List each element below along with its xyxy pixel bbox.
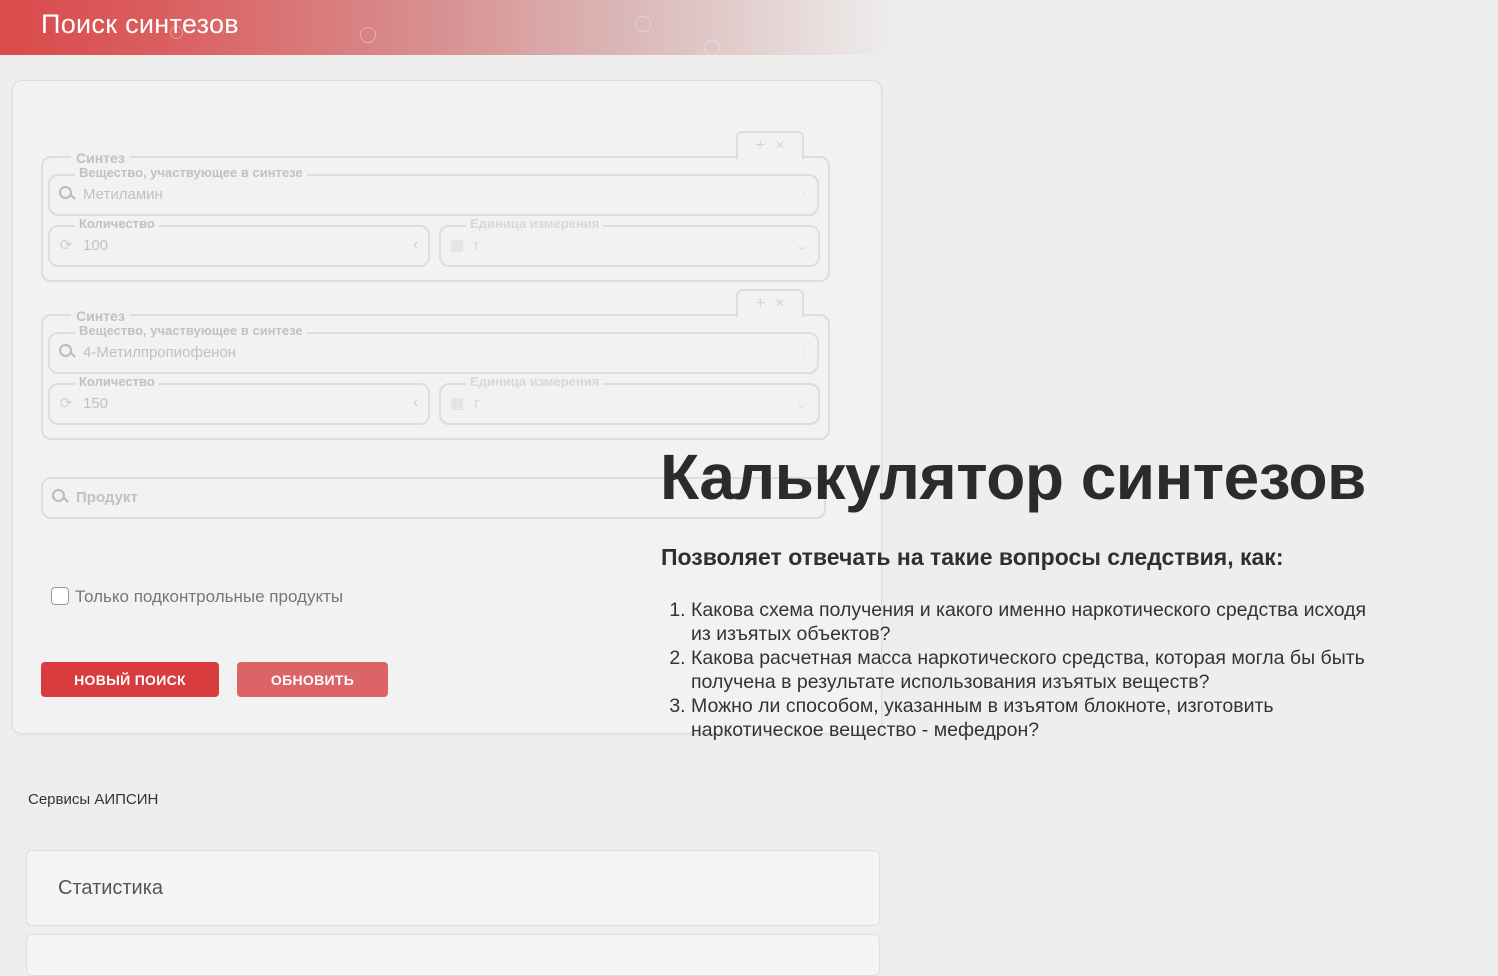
list-item: Какова схема получения и какого именно н… [691, 598, 1391, 646]
substance-label: Вещество, участвующее в синтезе [75, 324, 307, 338]
quantity-field[interactable]: Количество ⟳ 100 ‹ [48, 217, 430, 267]
decor-bubble [360, 27, 376, 43]
chevron-left-icon[interactable]: ‹ [413, 394, 418, 411]
add-synthesis-icon[interactable]: + [756, 295, 765, 313]
services-heading: Сервисы АИПСИН [28, 791, 159, 808]
quantity-label: Количество [75, 375, 159, 389]
list-item: Можно ли способом, указанным в изъятом б… [691, 694, 1391, 742]
list-item: Какова расчетная масса наркотического ср… [691, 646, 1391, 694]
search-icon [56, 186, 76, 204]
synthesis-tab: + × [736, 131, 804, 159]
synthesis-block: + × Синтез Вещество, участвующее в синте… [41, 289, 830, 440]
add-synthesis-icon[interactable]: + [756, 137, 765, 155]
refresh-button[interactable]: ОБНОВИТЬ [237, 662, 388, 697]
quantity-field[interactable]: Количество ⟳ 150 ‹ [48, 375, 430, 425]
substance-field[interactable]: Вещество, участвующее в синтезе 4-Метилп… [48, 324, 819, 374]
decor-bubble [704, 40, 720, 56]
remove-synthesis-icon[interactable]: × [775, 137, 784, 155]
synthesis-legend: Синтез [71, 309, 130, 323]
remove-synthesis-icon[interactable]: × [775, 295, 784, 313]
synthesis-tab: + × [736, 289, 804, 317]
chevron-down-icon: ⌄ [795, 395, 808, 412]
chevron-left-icon: ‹ [802, 343, 807, 360]
unit-label: Единица измерения [466, 217, 604, 231]
unit-select[interactable]: Единица измерения ▦ г ⌄ [439, 375, 820, 425]
chevron-down-icon: ⌄ [795, 237, 808, 254]
substance-value[interactable]: Метиламин [83, 186, 163, 203]
question-list: Какова схема получения и какого именно н… [661, 598, 1391, 742]
weight-icon: ▦ [449, 237, 465, 254]
page-header: Поиск синтезов [0, 0, 900, 56]
synthesis-legend: Синтез [71, 151, 130, 165]
synthesis-block: + × Синтез Вещество, участвующее в синте… [41, 131, 830, 282]
next-service-card[interactable] [26, 934, 880, 976]
counter-icon: ⟳ [59, 395, 73, 412]
unit-label: Единица измерения [466, 375, 604, 389]
controlled-only-label[interactable]: Только подконтрольные продукты [75, 587, 343, 607]
overlay-subtitle: Позволяет отвечать на такие вопросы след… [661, 544, 1284, 570]
statistics-title: Статистика [58, 877, 164, 899]
search-icon [49, 489, 69, 507]
weight-icon: ▦ [449, 395, 465, 412]
product-placeholder[interactable]: Продукт [76, 489, 138, 506]
decor-bubble [635, 16, 651, 32]
counter-icon: ⟳ [59, 237, 73, 254]
statistics-card[interactable]: Статистика [26, 850, 880, 926]
unit-value: г [474, 395, 480, 412]
quantity-value[interactable]: 150 [83, 395, 108, 412]
unit-select[interactable]: Единица измерения ▦ г ⌄ [439, 217, 820, 267]
page-title: Поиск синтезов [41, 9, 239, 39]
unit-value: г [474, 237, 480, 254]
quantity-label: Количество [75, 217, 159, 231]
search-icon [56, 344, 76, 362]
controlled-only-checkbox[interactable] [51, 587, 69, 605]
substance-value[interactable]: 4-Метилпропиофенон [83, 344, 236, 361]
new-search-button[interactable]: НОВЫЙ ПОИСК [41, 662, 219, 697]
substance-label: Вещество, участвующее в синтезе [75, 166, 307, 180]
quantity-value[interactable]: 100 [83, 237, 108, 254]
overlay-title: Калькулятор синтезов [660, 441, 1366, 513]
chevron-left-icon[interactable]: ‹ [413, 236, 418, 253]
chevron-left-icon: ‹ [802, 185, 807, 202]
substance-field[interactable]: Вещество, участвующее в синтезе Метилами… [48, 166, 819, 216]
